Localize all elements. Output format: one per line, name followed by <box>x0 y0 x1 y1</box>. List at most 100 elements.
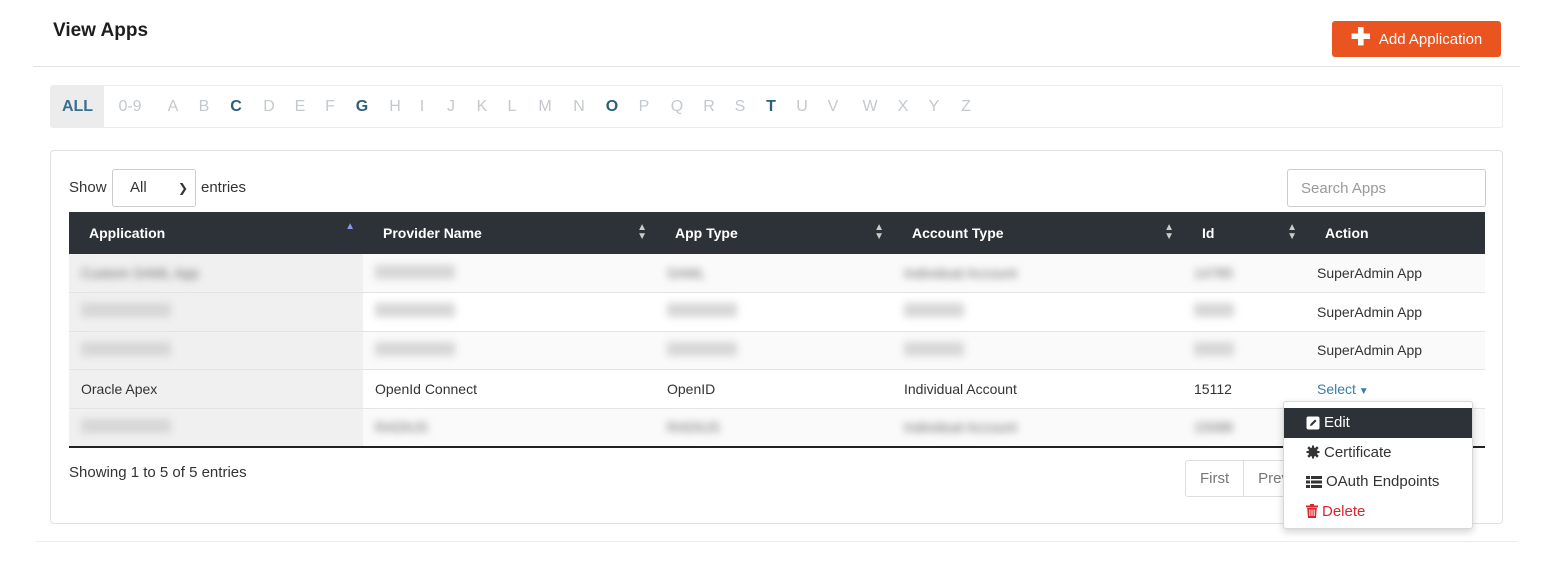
alpha-filter-d[interactable]: D <box>259 86 279 127</box>
alpha-filter-r[interactable]: R <box>699 86 719 127</box>
alpha-filter-j[interactable]: J <box>441 86 461 127</box>
cell-text <box>1194 303 1234 318</box>
cell-text: Individual Account <box>904 419 1017 435</box>
menu-item-edit[interactable]: Edit <box>1284 408 1472 438</box>
cell-text <box>81 418 171 433</box>
alpha-filter-f[interactable]: F <box>320 86 340 127</box>
alpha-filter-g[interactable]: G <box>351 86 373 127</box>
cell-text <box>81 303 171 318</box>
alpha-filter-z[interactable]: Z <box>956 86 976 127</box>
entries-length-value: All <box>130 179 147 196</box>
action-select-toggle[interactable]: Select ▼ <box>1317 381 1369 397</box>
table-row: Custom SAML App SAML Individual Account 147… <box>69 254 1485 293</box>
cell-text: OpenId Connect <box>375 380 477 397</box>
alpha-filter-b[interactable]: B <box>194 86 214 127</box>
cell-text <box>904 303 964 318</box>
cell-text: Individual Account <box>904 380 1017 397</box>
table-cell <box>69 331 363 370</box>
menu-item-oauth-endpoints[interactable]: OAuth Endpoints <box>1284 467 1472 497</box>
alpha-filter-k[interactable]: K <box>472 86 492 127</box>
alpha-filter-a[interactable]: A <box>163 86 183 127</box>
alpha-filter-y[interactable]: Y <box>924 86 944 127</box>
table-header-row: Application ▲ Provider Name ▲ ▼ App Type ▲ ▼ Acc… <box>69 212 1485 254</box>
alpha-filter-o[interactable]: O <box>601 86 623 127</box>
alpha-filter-v[interactable]: V <box>823 86 843 127</box>
alpha-filter-u[interactable]: U <box>792 86 812 127</box>
table-cell <box>363 331 655 370</box>
table-cell: SAML <box>655 254 892 293</box>
cell-text: Individual Account <box>904 265 1017 281</box>
column-header-provider-name[interactable]: Provider Name ▲ ▼ <box>363 212 655 254</box>
cell-text: SAML <box>667 265 706 281</box>
cell-text: 14785 <box>1194 265 1233 281</box>
alpha-filter-t[interactable]: T <box>761 86 781 127</box>
menu-item-label: Edit <box>1324 414 1350 431</box>
alpha-filter-i[interactable]: I <box>414 86 430 127</box>
cell-text <box>904 341 964 356</box>
plus-icon: ✚ <box>1350 23 1371 51</box>
pager-first-button[interactable]: First <box>1186 461 1245 496</box>
alpha-filter-e[interactable]: E <box>290 86 310 127</box>
alpha-filter-x[interactable]: X <box>893 86 913 127</box>
add-application-label: Add Application <box>1378 30 1483 48</box>
column-header-label: Provider Name <box>383 225 482 241</box>
table-cell: Individual Account <box>892 408 1182 447</box>
chevron-down-icon: ❯ <box>177 181 188 195</box>
table-cell <box>1182 293 1305 332</box>
alpha-filter-p[interactable]: P <box>634 86 654 127</box>
cell-text: RADIUS <box>667 419 720 435</box>
action-text: SuperAdmin App <box>1317 303 1423 320</box>
table-row: Oracle Apex OpenId Connect OpenID Individua… <box>69 369 1485 409</box>
alpha-filter-0-9[interactable]: 0-9 <box>110 86 150 127</box>
table-cell <box>892 331 1182 370</box>
search-apps-input[interactable] <box>1287 169 1486 207</box>
page-title: View Apps <box>53 20 149 41</box>
menu-item-certificate[interactable]: Certificate <box>1284 438 1472 468</box>
alpha-filter-l[interactable]: L <box>502 86 522 127</box>
menu-item-delete[interactable]: Delete <box>1284 497 1472 527</box>
table-row: SuperAdmin App <box>69 292 1485 332</box>
column-header-label: Id <box>1202 225 1215 241</box>
table-cell <box>363 293 655 332</box>
trash-icon <box>1306 504 1318 519</box>
add-application-button[interactable]: ✚ Add Application <box>1332 21 1501 57</box>
alpha-filter-s[interactable]: S <box>730 86 750 127</box>
alpha-filter-h[interactable]: H <box>385 86 405 127</box>
cell-text: 15112 <box>1194 380 1232 397</box>
column-header-app-type[interactable]: App Type ▲ ▼ <box>655 212 892 254</box>
alpha-filter-all[interactable]: ALL <box>51 86 104 127</box>
action-select-label: Select <box>1317 380 1356 397</box>
table-row: SuperAdmin App <box>69 331 1485 370</box>
alpha-filter-q[interactable]: Q <box>666 86 688 127</box>
column-header-id[interactable]: Id ▲ ▼ <box>1182 212 1305 254</box>
action-text: SuperAdmin App <box>1317 342 1423 359</box>
column-header-label: Action <box>1325 225 1369 241</box>
sort-both-icon: ▲ ▼ <box>1287 222 1297 242</box>
cell-text: Oracle Apex <box>81 380 158 397</box>
alpha-filter-c[interactable]: C <box>226 86 246 127</box>
column-header-label: Application <box>89 225 166 241</box>
menu-item-label: Certificate <box>1324 443 1392 461</box>
action-cell: SuperAdmin App <box>1305 331 1485 370</box>
sort-both-icon: ▲ ▼ <box>637 222 647 242</box>
alpha-filter-m[interactable]: M <box>533 86 557 127</box>
table-cell: RADIUS <box>363 408 655 447</box>
table-cell <box>655 293 892 332</box>
alpha-filter-w[interactable]: W <box>859 86 881 127</box>
alpha-filter-n[interactable]: N <box>569 86 589 127</box>
table-row: RADIUS RADIUS Individual Account 15088 <box>69 408 1485 447</box>
cell-text <box>667 341 737 356</box>
sort-asc-icon: ▲ <box>345 221 355 232</box>
cell-text <box>375 303 455 318</box>
apps-table: Application ▲ Provider Name ▲ ▼ App Type ▲ ▼ Acc… <box>69 212 1485 448</box>
column-header-application[interactable]: Application ▲ <box>69 212 363 254</box>
cell-text: Custom SAML App <box>81 265 199 281</box>
column-header-account-type[interactable]: Account Type ▲ ▼ <box>892 212 1182 254</box>
table-cell: OpenId Connect <box>363 370 655 409</box>
cell-text: 15088 <box>1194 419 1233 435</box>
table-cell: OpenID <box>655 370 892 409</box>
cell-text <box>375 264 455 279</box>
entries-length-select[interactable]: All ❯ <box>112 169 196 207</box>
action-text: SuperAdmin App <box>1317 265 1423 281</box>
table-cell <box>892 293 1182 332</box>
